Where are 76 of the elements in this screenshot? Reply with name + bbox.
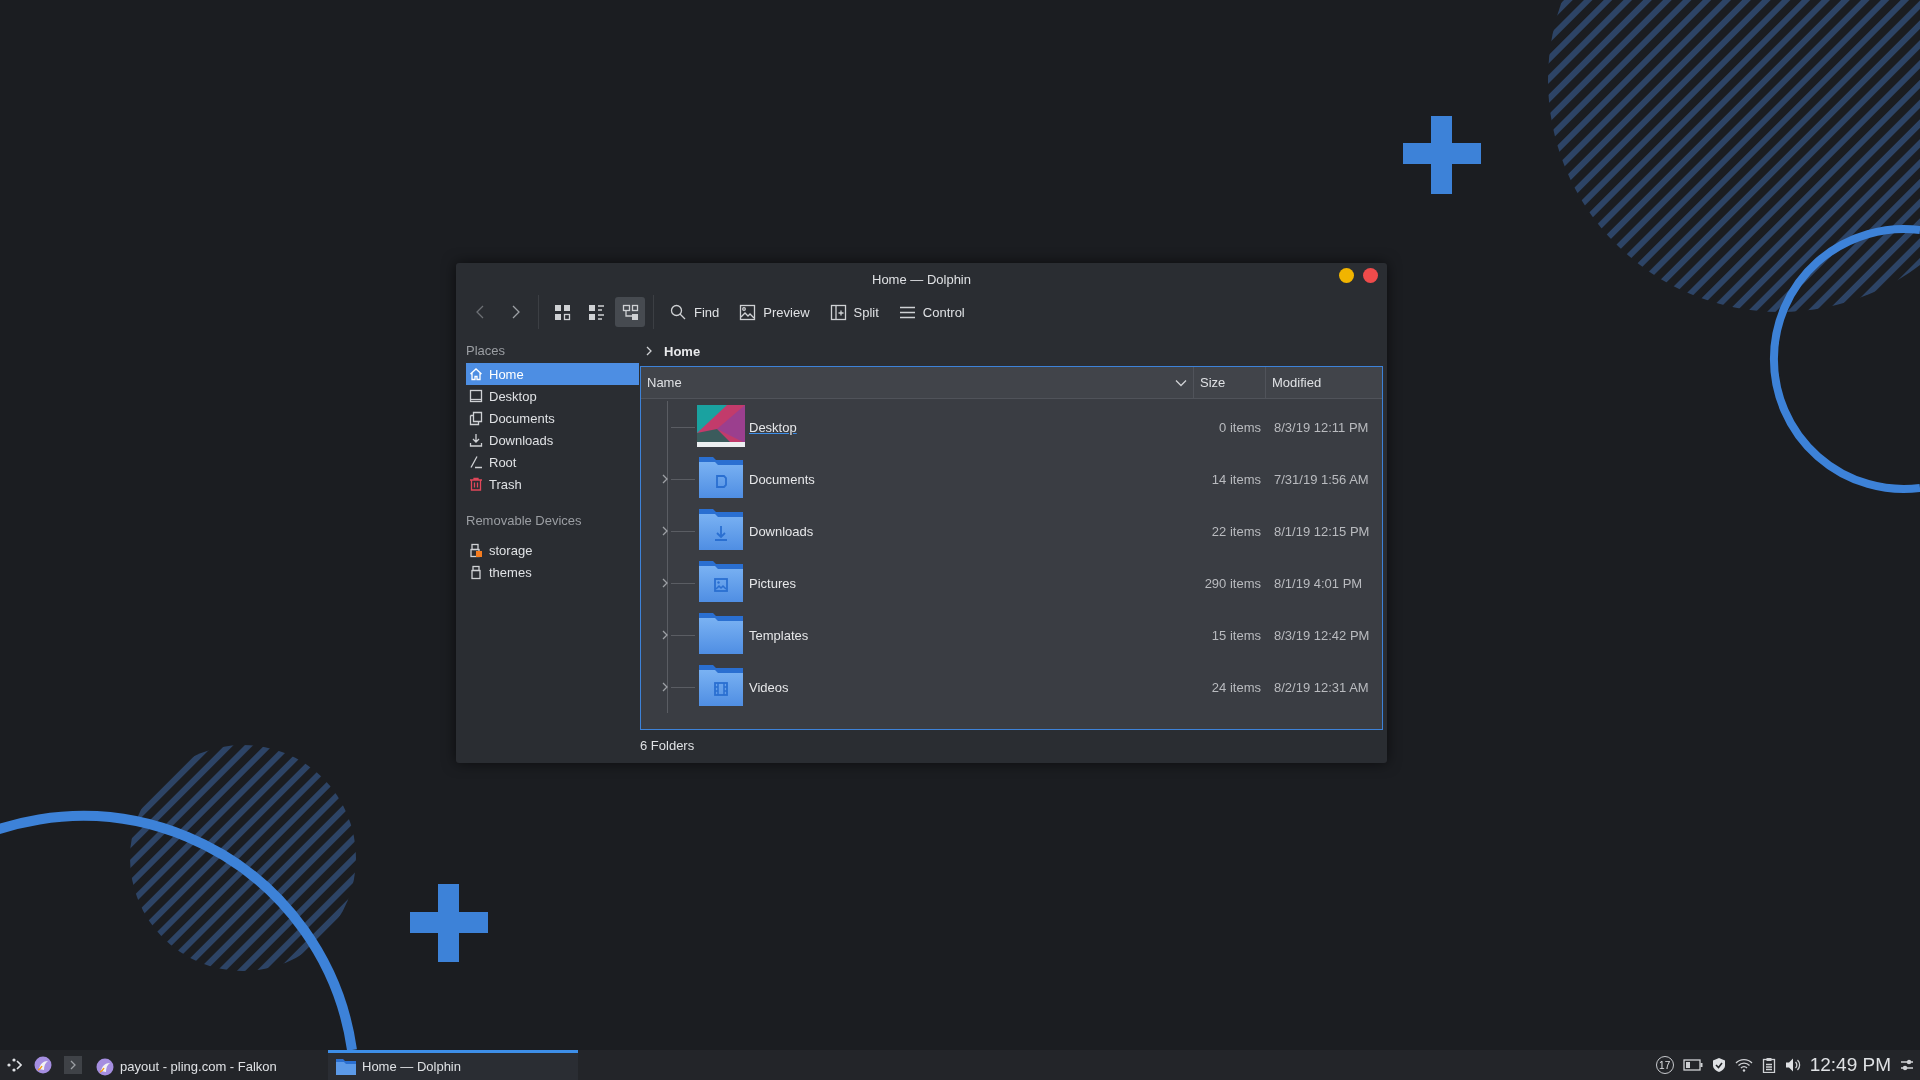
wifi-icon: [1734, 1058, 1753, 1072]
clipboard-icon: [1761, 1057, 1776, 1073]
speaker-icon: [1784, 1057, 1801, 1073]
search-icon: [670, 303, 687, 321]
file-name[interactable]: Videos: [749, 679, 789, 695]
minimize-button[interactable]: [1339, 268, 1354, 283]
chevron-right-icon: [644, 345, 654, 357]
window-title: Home — Dolphin: [872, 272, 971, 287]
sidebar-item[interactable]: Root: [466, 451, 639, 473]
table-cell-text: 8/3/19 12:11 PM: [1274, 419, 1370, 435]
taskbar-task[interactable]: Home — Dolphin: [328, 1050, 578, 1080]
drive-icon: [469, 564, 483, 580]
browser-icon: [34, 1056, 52, 1074]
table-cell-text: 15 items: [1210, 627, 1262, 643]
battery-icon: [1682, 1059, 1703, 1071]
column-header[interactable]: Size: [1194, 367, 1266, 398]
toolbar-button[interactable]: Split: [821, 297, 887, 327]
home-icon: [469, 366, 483, 382]
table-cell-text: 7/31/19 1:56 AM: [1274, 471, 1370, 487]
download-icon: [469, 432, 483, 448]
drive-icon: [469, 542, 483, 558]
split-view-icon: [829, 303, 847, 321]
sidebar-item[interactable]: Documents: [466, 407, 639, 429]
breadcrumb-link[interactable]: Home: [664, 343, 701, 359]
section-heading: Places: [466, 342, 506, 358]
sidebar-item[interactable]: themes: [466, 561, 639, 583]
sidebar-item[interactable]: Desktop: [466, 385, 639, 407]
table-cell-text: 24 items: [1210, 679, 1262, 695]
file-name[interactable]: Templates: [749, 627, 809, 643]
monitor-icon: [469, 388, 483, 404]
grid-icon: [553, 303, 571, 321]
table-cell-text: 290 items: [1203, 575, 1262, 591]
table-cell-text: 22 items: [1210, 523, 1262, 539]
view-mode-button[interactable]: [615, 297, 645, 327]
file-name[interactable]: Desktop: [749, 419, 797, 435]
folder-icon: [697, 612, 745, 655]
sidebar-item[interactable]: Downloads: [466, 429, 639, 451]
toolbar-button[interactable]: Control: [890, 297, 973, 327]
taskbar-task[interactable]: payout - pling.com - Falkon: [88, 1050, 328, 1080]
clock[interactable]: 12:49 PM: [1809, 1054, 1891, 1076]
browser-icon: [96, 1057, 114, 1076]
close-button[interactable]: [1363, 268, 1378, 283]
launcher-icon: [6, 1057, 22, 1073]
folder-icon: [697, 664, 745, 707]
table-cell-text: 8/3/19 12:42 PM: [1274, 627, 1371, 643]
column-header[interactable]: Name: [641, 367, 1194, 398]
desktop-folder-icon: [697, 404, 745, 447]
folder-icon: [697, 508, 745, 551]
table-cell-text: 0 items: [1218, 419, 1262, 435]
section-heading: Removable Devices: [466, 512, 582, 528]
toolbar-button[interactable]: Find: [662, 297, 728, 327]
shield-icon: [1711, 1057, 1726, 1073]
toolbar-button[interactable]: Preview: [731, 297, 818, 327]
folder-icon: [697, 560, 745, 603]
file-name[interactable]: Documents: [749, 471, 815, 487]
trash-icon: [469, 476, 483, 492]
table-cell-text: 8/1/19 4:01 PM: [1274, 575, 1364, 591]
table-cell-text: 8/1/19 12:15 PM: [1274, 523, 1371, 539]
slash-icon: [469, 454, 483, 470]
folder-icon: [697, 456, 745, 499]
document-icon: [469, 410, 483, 426]
tree-view-icon: [621, 303, 639, 321]
image-icon: [739, 303, 757, 321]
file-name[interactable]: Downloads: [749, 523, 814, 539]
status-text: 6 Folders: [640, 737, 695, 753]
column-header[interactable]: Modified: [1266, 367, 1382, 398]
sort-caret-icon: [1175, 378, 1187, 387]
terminal-icon: [64, 1056, 82, 1074]
table-cell-text: 8/2/19 12:31 AM: [1274, 679, 1370, 695]
file-name[interactable]: Pictures: [749, 575, 796, 591]
sidebar-item[interactable]: Trash: [466, 473, 639, 495]
sliders-icon: [1900, 1058, 1914, 1072]
sidebar-item[interactable]: storage: [466, 539, 639, 561]
table-cell-text: 14 items: [1210, 471, 1262, 487]
folder-icon: [336, 1058, 356, 1075]
compact-list-icon: [587, 303, 605, 321]
